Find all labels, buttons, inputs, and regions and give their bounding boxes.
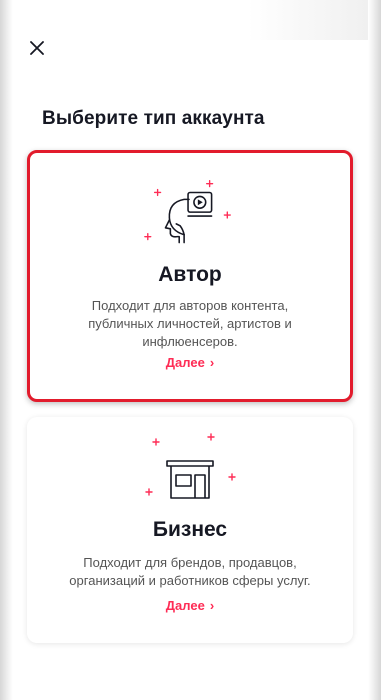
- card-description: Подходит для брендов, продавцов, организ…: [69, 555, 311, 588]
- next-link-label: Далее: [165, 355, 205, 370]
- next-link[interactable]: Далее ›: [27, 598, 353, 613]
- chevron-right-icon: ›: [209, 598, 215, 613]
- status-area-shade: [248, 0, 368, 40]
- chevron-right-icon: ›: [209, 355, 215, 370]
- right-edge-shadow: [368, 0, 381, 700]
- left-edge-shadow: [0, 0, 13, 700]
- close-button[interactable]: [27, 38, 47, 58]
- account-type-card-author[interactable]: Автор Подходит для авторов контента, пуб…: [27, 150, 353, 402]
- card-title: Бизнес: [152, 518, 228, 541]
- card-title: Автор: [158, 263, 222, 286]
- card-description: Подходит для авторов контента, публичных…: [88, 298, 292, 349]
- next-link[interactable]: Далее ›: [30, 355, 350, 370]
- creator-head-video-icon: [144, 180, 231, 244]
- account-type-card-business[interactable]: Бизнес Подходит для брендов, продавцов, …: [27, 417, 353, 643]
- close-icon: [30, 41, 44, 55]
- next-link-label: Далее: [165, 598, 205, 613]
- status-area: [13, 0, 368, 40]
- storefront-icon: [145, 433, 236, 499]
- screen: Выберите тип аккаунта Автор Подходит для…: [0, 0, 381, 700]
- page-title: Выберите тип аккаунта: [42, 108, 265, 129]
